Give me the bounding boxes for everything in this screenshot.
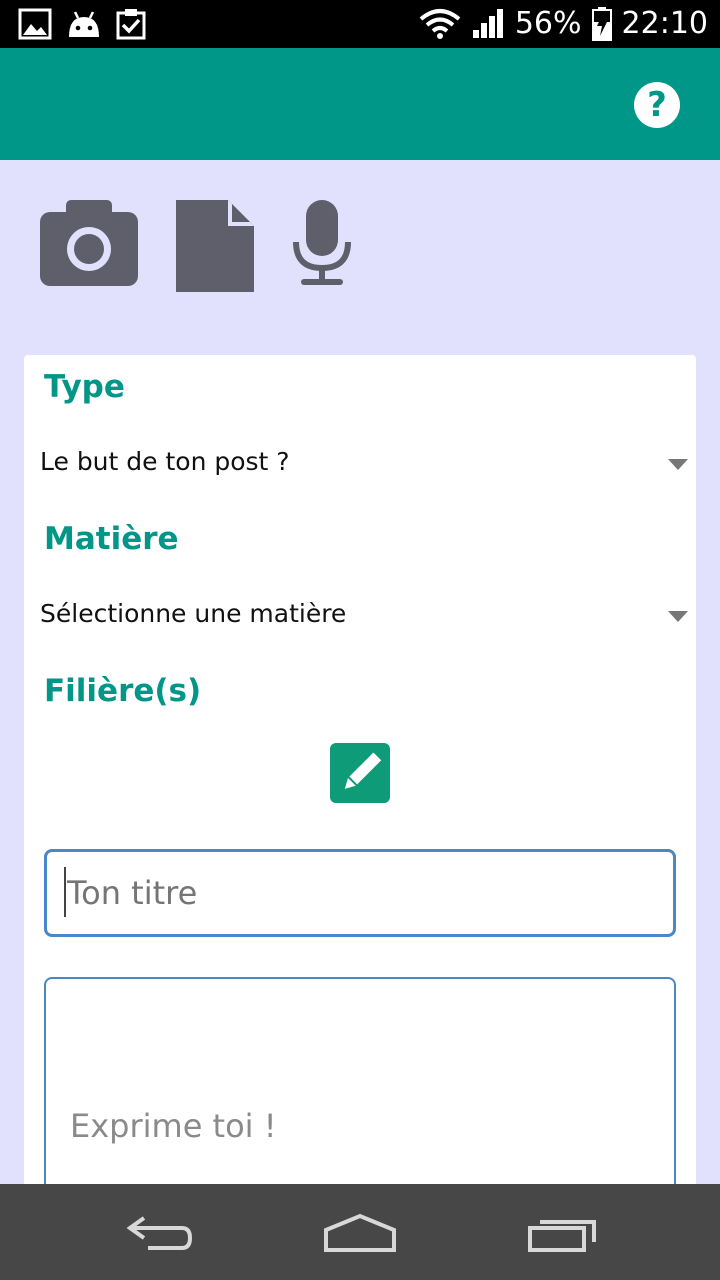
camera-icon[interactable] bbox=[40, 200, 138, 286]
home-icon[interactable] bbox=[322, 1212, 398, 1254]
subject-select[interactable]: Sélectionne une matière bbox=[40, 591, 688, 641]
post-form-card: Type Le but de ton post ? Matière Sélect… bbox=[24, 355, 696, 1277]
type-select[interactable]: Le but de ton post ? bbox=[40, 439, 688, 489]
body-placeholder: Exprime toi ! bbox=[70, 1107, 277, 1145]
dropdown-arrow-icon bbox=[668, 459, 688, 470]
clipboard-check-icon bbox=[116, 9, 146, 40]
image-icon bbox=[18, 8, 52, 40]
branches-label: Filière(s) bbox=[44, 673, 202, 709]
edit-branches-button[interactable] bbox=[330, 743, 390, 803]
title-input[interactable] bbox=[44, 849, 676, 937]
battery-charging-icon bbox=[591, 7, 612, 41]
help-icon: ? bbox=[647, 85, 667, 125]
back-icon[interactable] bbox=[124, 1214, 196, 1254]
wifi-icon bbox=[419, 9, 461, 39]
system-nav-bar bbox=[0, 1184, 720, 1280]
pencil-icon bbox=[344, 752, 382, 789]
media-toolbar bbox=[0, 160, 720, 330]
type-label: Type bbox=[44, 369, 125, 405]
microphone-icon[interactable] bbox=[292, 200, 352, 286]
status-bar: 56% 22:10 bbox=[0, 0, 720, 48]
subject-label: Matière bbox=[44, 521, 179, 557]
recents-icon[interactable] bbox=[526, 1214, 598, 1254]
app-bar: ? bbox=[0, 48, 720, 160]
battery-percent: 56% bbox=[514, 6, 582, 41]
file-icon[interactable] bbox=[176, 200, 254, 292]
text-caret bbox=[64, 867, 66, 917]
dropdown-arrow-icon bbox=[668, 611, 688, 622]
signal-icon bbox=[472, 9, 503, 38]
android-icon bbox=[69, 11, 99, 37]
type-select-value: Le but de ton post ? bbox=[40, 447, 290, 476]
clock: 22:10 bbox=[621, 6, 708, 41]
help-button[interactable]: ? bbox=[634, 82, 680, 128]
subject-select-value: Sélectionne une matière bbox=[40, 599, 347, 628]
